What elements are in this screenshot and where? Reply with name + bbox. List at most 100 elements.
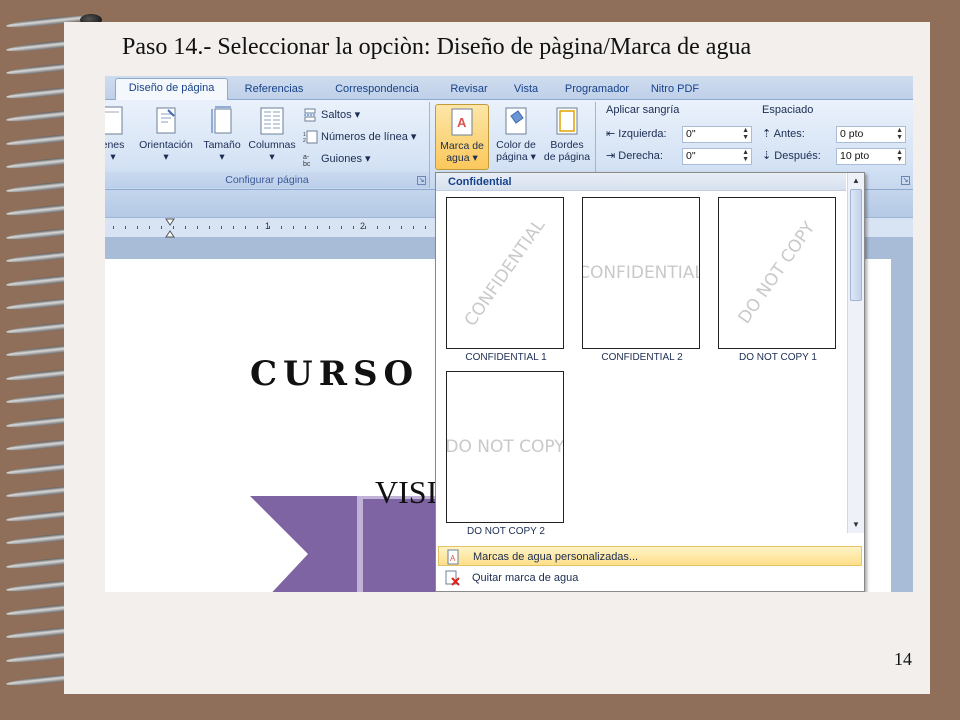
watermark-icon: A <box>451 108 473 136</box>
watermark-option-do-not-copy-2[interactable]: DO NOT COPY DO NOT COPY 2 <box>446 371 566 551</box>
derecha-label: ⇥ Derecha: <box>606 150 663 162</box>
word-screenshot: Diseño de página Referencias Corresponde… <box>105 76 913 592</box>
ruler-tick <box>377 226 378 229</box>
svg-text:2: 2 <box>303 138 306 144</box>
group-label-configurar-pagina: Configurar página <box>105 172 429 188</box>
ruler-tick <box>425 226 426 229</box>
ruler-tick <box>125 226 126 229</box>
tab-revisar[interactable]: Revisar <box>439 80 499 100</box>
spin-arrows-icon[interactable]: ▲ ▼ <box>896 149 903 163</box>
antes-input[interactable]: 0 pto ▲ ▼ <box>836 126 906 143</box>
gallery-scrollbar[interactable]: ▲ ▼ <box>847 173 864 533</box>
ruler-tick <box>209 226 210 229</box>
custom-watermark-icon: A <box>447 549 459 565</box>
ruler-tick <box>269 226 270 229</box>
ruler-tick <box>113 226 114 229</box>
ruler-tick <box>221 226 222 229</box>
watermark-option-confidential-1[interactable]: CONFIDENTIAL CONFIDENTIAL 1 <box>446 197 566 377</box>
custom-watermark-menu-item[interactable]: A Marcas de agua personalizadas... <box>438 546 862 566</box>
color-de-pagina-label-2: página <box>496 151 528 163</box>
scrollbar-thumb[interactable] <box>850 189 862 301</box>
margenes-label: enes <box>105 139 125 151</box>
ruler-tick <box>137 226 138 229</box>
izquierda-input[interactable]: 0" ▲ ▼ <box>682 126 752 143</box>
columnas-button[interactable]: Columnas ▾ <box>245 104 299 170</box>
orientacion-label: Orientación <box>139 139 193 151</box>
tab-diseno-de-pagina[interactable]: Diseño de página <box>115 78 228 101</box>
scroll-down-icon[interactable]: ▼ <box>848 517 864 533</box>
numeros-de-linea-label: Números de línea <box>321 131 408 143</box>
marca-de-agua-label-1: Marca de <box>440 140 484 152</box>
watermark-gallery: Confidential CONFIDENTIAL CONFIDENTIAL 1… <box>435 172 865 592</box>
page-color-icon <box>505 107 527 135</box>
ruler-tick <box>161 226 162 229</box>
remove-watermark-icon <box>445 570 460 586</box>
tab-referencias[interactable]: Referencias <box>233 80 315 100</box>
tab-nitro-pdf[interactable]: Nitro PDF <box>643 80 707 100</box>
svg-text:a-: a- <box>303 154 310 161</box>
bordes-de-pagina-button[interactable]: Bordes de página <box>540 104 594 170</box>
shape-text: VISI <box>375 474 438 510</box>
ruler-tick <box>233 226 234 229</box>
ruler-tick <box>173 226 174 229</box>
antes-label: ⇡ Antes: <box>762 128 805 140</box>
indent-right-icon: ⇥ <box>606 150 619 162</box>
ribbon-tabs: Diseño de página Referencias Corresponde… <box>105 76 913 101</box>
size-icon <box>211 106 232 134</box>
ruler-tick <box>281 226 282 229</box>
svg-text:bc: bc <box>303 161 311 166</box>
margins-icon <box>105 106 123 135</box>
bordes-de-pagina-label-2: de página <box>543 151 591 163</box>
dialog-launcher-icon[interactable]: ↘ <box>901 176 910 185</box>
ruler-tick <box>353 226 354 229</box>
tamano-button[interactable]: Tamaño ▾ <box>199 104 245 170</box>
watermark-option-confidential-2[interactable]: CONFIDENTIAL CONFIDENTIAL 2 <box>582 197 702 377</box>
color-de-pagina-button[interactable]: Color de página ▾ <box>489 104 543 170</box>
tab-correspondencia[interactable]: Correspondencia <box>321 80 433 100</box>
hyphenation-icon: a-bc <box>303 154 311 166</box>
ruler-tick <box>365 226 366 229</box>
spin-arrows-icon[interactable]: ▲ ▼ <box>896 127 903 141</box>
guiones-button[interactable]: a-bc Guiones ▾ <box>303 150 371 168</box>
saltos-button[interactable]: Saltos ▾ <box>303 106 360 124</box>
remove-watermark-menu-item[interactable]: Quitar marca de agua <box>438 568 862 588</box>
aplicar-sangria-heading: Aplicar sangría <box>606 104 680 116</box>
despues-label: ⇣ Después: <box>762 150 821 162</box>
marca-de-agua-button[interactable]: A Marca de agua ▾ <box>435 104 489 170</box>
dialog-launcher-icon[interactable]: ↘ <box>417 176 426 185</box>
spin-arrows-icon[interactable]: ▲ ▼ <box>742 149 749 163</box>
derecha-input[interactable]: 0" ▲ ▼ <box>682 148 752 165</box>
ruler-tick <box>401 226 402 229</box>
despues-input[interactable]: 10 pto ▲ ▼ <box>836 148 906 165</box>
scroll-up-icon[interactable]: ▲ <box>848 173 864 189</box>
ruler-tick <box>185 226 186 229</box>
space-before-icon: ⇡ <box>762 128 774 140</box>
ruler-tick <box>317 226 318 229</box>
orientacion-button[interactable]: Orientación ▾ <box>135 104 197 170</box>
tamano-label: Tamaño <box>203 139 241 151</box>
ruler-tick <box>257 226 258 229</box>
ruler-tick <box>245 226 246 229</box>
numeros-de-linea-button[interactable]: 1 2 Números de línea ▾ <box>303 128 416 146</box>
gallery-section-header: Confidential <box>436 173 846 191</box>
page-borders-icon <box>556 107 578 135</box>
ruler-tick <box>341 226 342 229</box>
spin-arrows-icon[interactable]: ▲ ▼ <box>742 127 749 141</box>
group-configurar-pagina: enes▾ Orientación▾ Tamaño▾ Columnas▾ Sal… <box>105 102 430 188</box>
slide-title: Paso 14.- Seleccionar la opciòn: Diseño … <box>122 34 752 60</box>
margenes-button[interactable]: enes▾ <box>105 104 133 170</box>
color-de-pagina-label-1: Color de <box>496 139 536 151</box>
indent-left-icon: ⇤ <box>606 128 619 140</box>
ruler-tick <box>197 226 198 229</box>
svg-text:A: A <box>457 115 467 130</box>
svg-text:A: A <box>450 554 456 563</box>
watermark-option-do-not-copy-1[interactable]: DO NOT COPY DO NOT COPY 1 <box>718 197 838 377</box>
bordes-de-pagina-label-1: Bordes <box>550 139 584 151</box>
ruler-tick <box>293 226 294 229</box>
ruler-tick <box>305 226 306 229</box>
ruler-tick <box>413 226 414 229</box>
tab-vista[interactable]: Vista <box>503 80 549 100</box>
ruler-tick <box>329 226 330 229</box>
ruler-tick <box>149 226 150 229</box>
tab-programador[interactable]: Programador <box>557 80 637 100</box>
